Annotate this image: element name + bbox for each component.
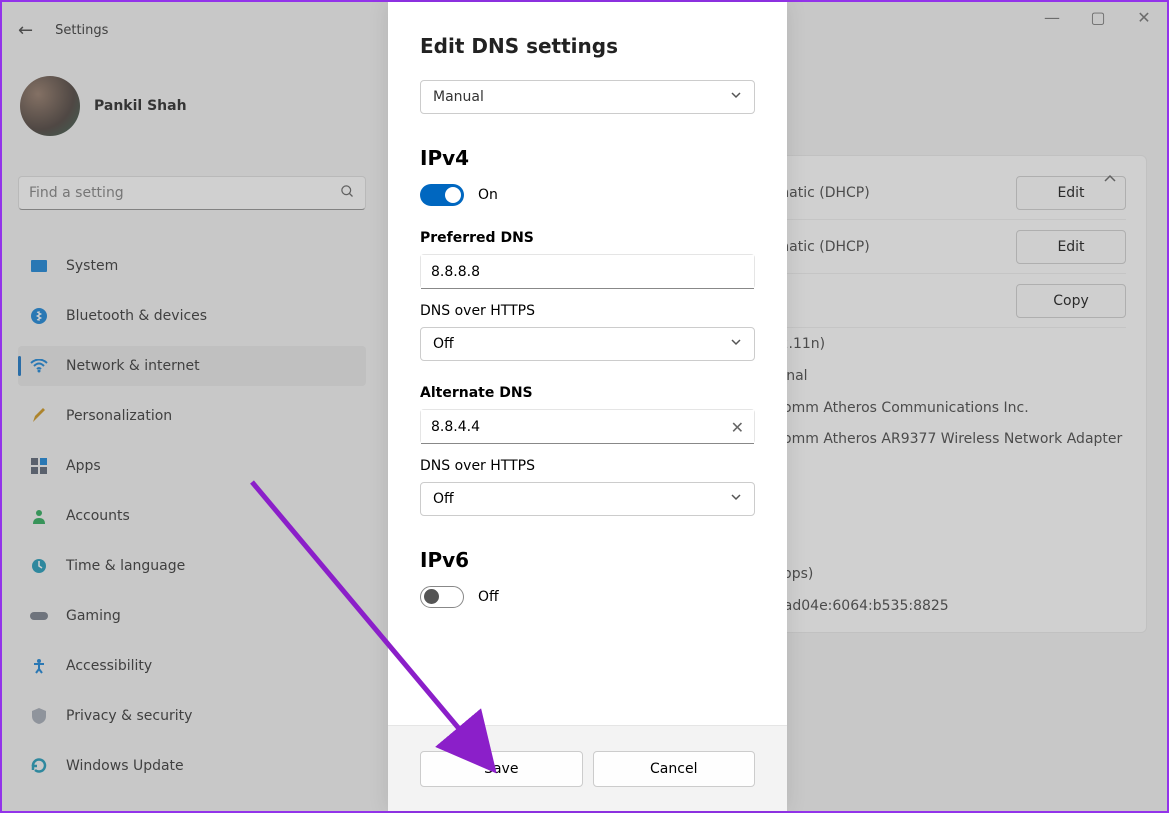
save-button[interactable]: Save (420, 751, 583, 787)
select-value: Off (433, 491, 454, 507)
dns-mode-select[interactable]: Manual (420, 80, 755, 114)
select-value: Manual (433, 89, 484, 105)
ipv6-heading: IPv6 (420, 548, 755, 572)
preferred-dns-input[interactable] (421, 255, 754, 289)
alternate-dns-label: Alternate DNS (420, 385, 755, 401)
doh-label: DNS over HTTPS (420, 458, 755, 474)
alternate-dns-input[interactable] (421, 410, 754, 444)
doh-alternate-select[interactable]: Off (420, 482, 755, 516)
chevron-down-icon (730, 491, 742, 507)
doh-preferred-select[interactable]: Off (420, 327, 755, 361)
chevron-down-icon (730, 336, 742, 352)
chevron-down-icon (730, 89, 742, 105)
clear-icon[interactable]: ✕ (731, 418, 744, 437)
toggle-state: On (478, 187, 498, 203)
ipv4-heading: IPv4 (420, 146, 755, 170)
edit-dns-dialog: Edit DNS settings Manual IPv4 On Preferr… (388, 2, 787, 811)
cancel-button[interactable]: Cancel (593, 751, 756, 787)
dialog-title: Edit DNS settings (420, 34, 755, 58)
preferred-dns-label: Preferred DNS (420, 230, 755, 246)
toggle-state: Off (478, 589, 499, 605)
doh-label: DNS over HTTPS (420, 303, 755, 319)
select-value: Off (433, 336, 454, 352)
ipv4-toggle[interactable] (420, 184, 464, 206)
ipv6-toggle[interactable] (420, 586, 464, 608)
